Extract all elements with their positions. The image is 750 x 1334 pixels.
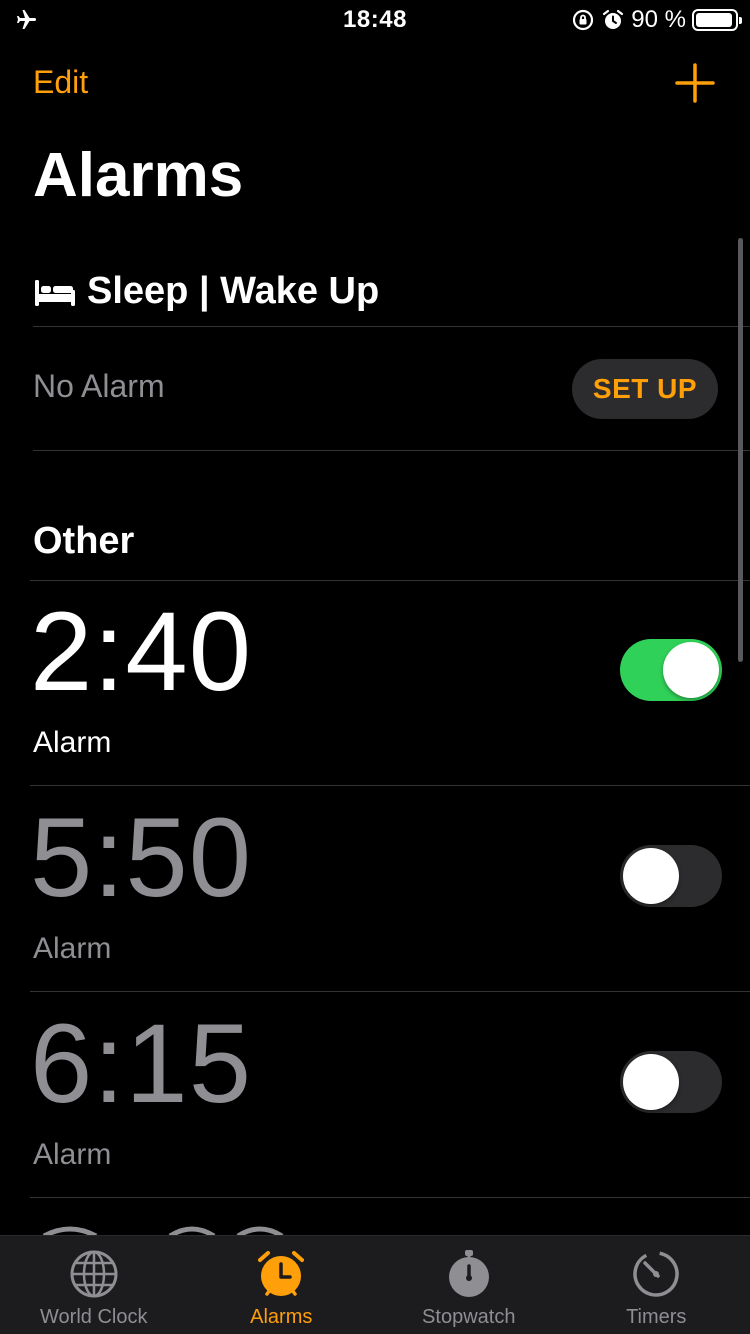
alarm-time: 5:50 <box>30 795 252 920</box>
toggle-knob <box>623 848 679 904</box>
tab-label: World Clock <box>40 1306 148 1328</box>
toggle-knob <box>663 642 719 698</box>
next-alarm-peek <box>42 1226 284 1236</box>
battery-percentage: 90 % <box>631 6 686 33</box>
status-right: 90 % <box>571 6 742 34</box>
alarm-toggle[interactable] <box>620 845 722 907</box>
alarms-screen: 18:48 90 % Edit Alarms Sleep | Wake Up N… <box>0 0 750 1334</box>
alarm-row[interactable]: 2:40 Alarm <box>0 581 750 786</box>
divider <box>30 785 750 786</box>
alarm-clock-icon <box>258 1251 305 1296</box>
divider <box>30 991 750 992</box>
tab-label: Stopwatch <box>422 1306 516 1328</box>
alarm-label: Alarm <box>33 1138 112 1171</box>
alarm-toggle[interactable] <box>620 639 722 701</box>
divider <box>30 1197 750 1198</box>
timer-icon <box>633 1251 679 1297</box>
tab-alarms[interactable]: Alarms <box>188 1236 376 1334</box>
other-section-header: Other <box>33 520 135 562</box>
status-bar: 18:48 90 % <box>0 0 750 40</box>
orientation-lock-icon <box>573 9 594 31</box>
alarm-label: Alarm <box>33 932 112 965</box>
alarm-time: 2:40 <box>30 589 252 714</box>
alarm-icon <box>603 9 624 29</box>
divider <box>33 326 750 327</box>
plus-icon[interactable] <box>672 60 718 106</box>
tab-label: Alarms <box>250 1306 313 1328</box>
tab-bar: World Clock Alarms Stopwatch Timers <box>0 1235 750 1334</box>
tab-world-clock[interactable]: World Clock <box>0 1236 188 1334</box>
scrollbar[interactable] <box>738 238 743 662</box>
setup-button[interactable]: SET UP <box>572 359 718 419</box>
alarm-time: 6:15 <box>30 1001 252 1126</box>
tab-label: Timers <box>626 1306 687 1328</box>
sleep-section-header: Sleep | Wake Up <box>33 264 379 318</box>
toggle-knob <box>623 1054 679 1110</box>
sleep-header-label: Sleep | Wake Up <box>87 269 380 312</box>
tab-timers[interactable]: Timers <box>563 1236 750 1334</box>
alarm-row[interactable]: 5:50 Alarm <box>0 787 750 992</box>
battery-icon <box>692 9 742 31</box>
tab-stopwatch[interactable]: Stopwatch <box>375 1236 563 1334</box>
globe-icon <box>70 1250 118 1298</box>
alarm-row[interactable]: 6:15 Alarm <box>0 993 750 1198</box>
divider <box>33 450 750 451</box>
edit-button[interactable]: Edit <box>33 64 88 101</box>
bed-icon <box>35 280 75 306</box>
stopwatch-icon <box>448 1250 489 1297</box>
alarm-toggle[interactable] <box>620 1051 722 1113</box>
page-title: Alarms <box>33 141 244 210</box>
alarm-label: Alarm <box>33 726 112 759</box>
sleep-status: No Alarm <box>33 368 165 404</box>
